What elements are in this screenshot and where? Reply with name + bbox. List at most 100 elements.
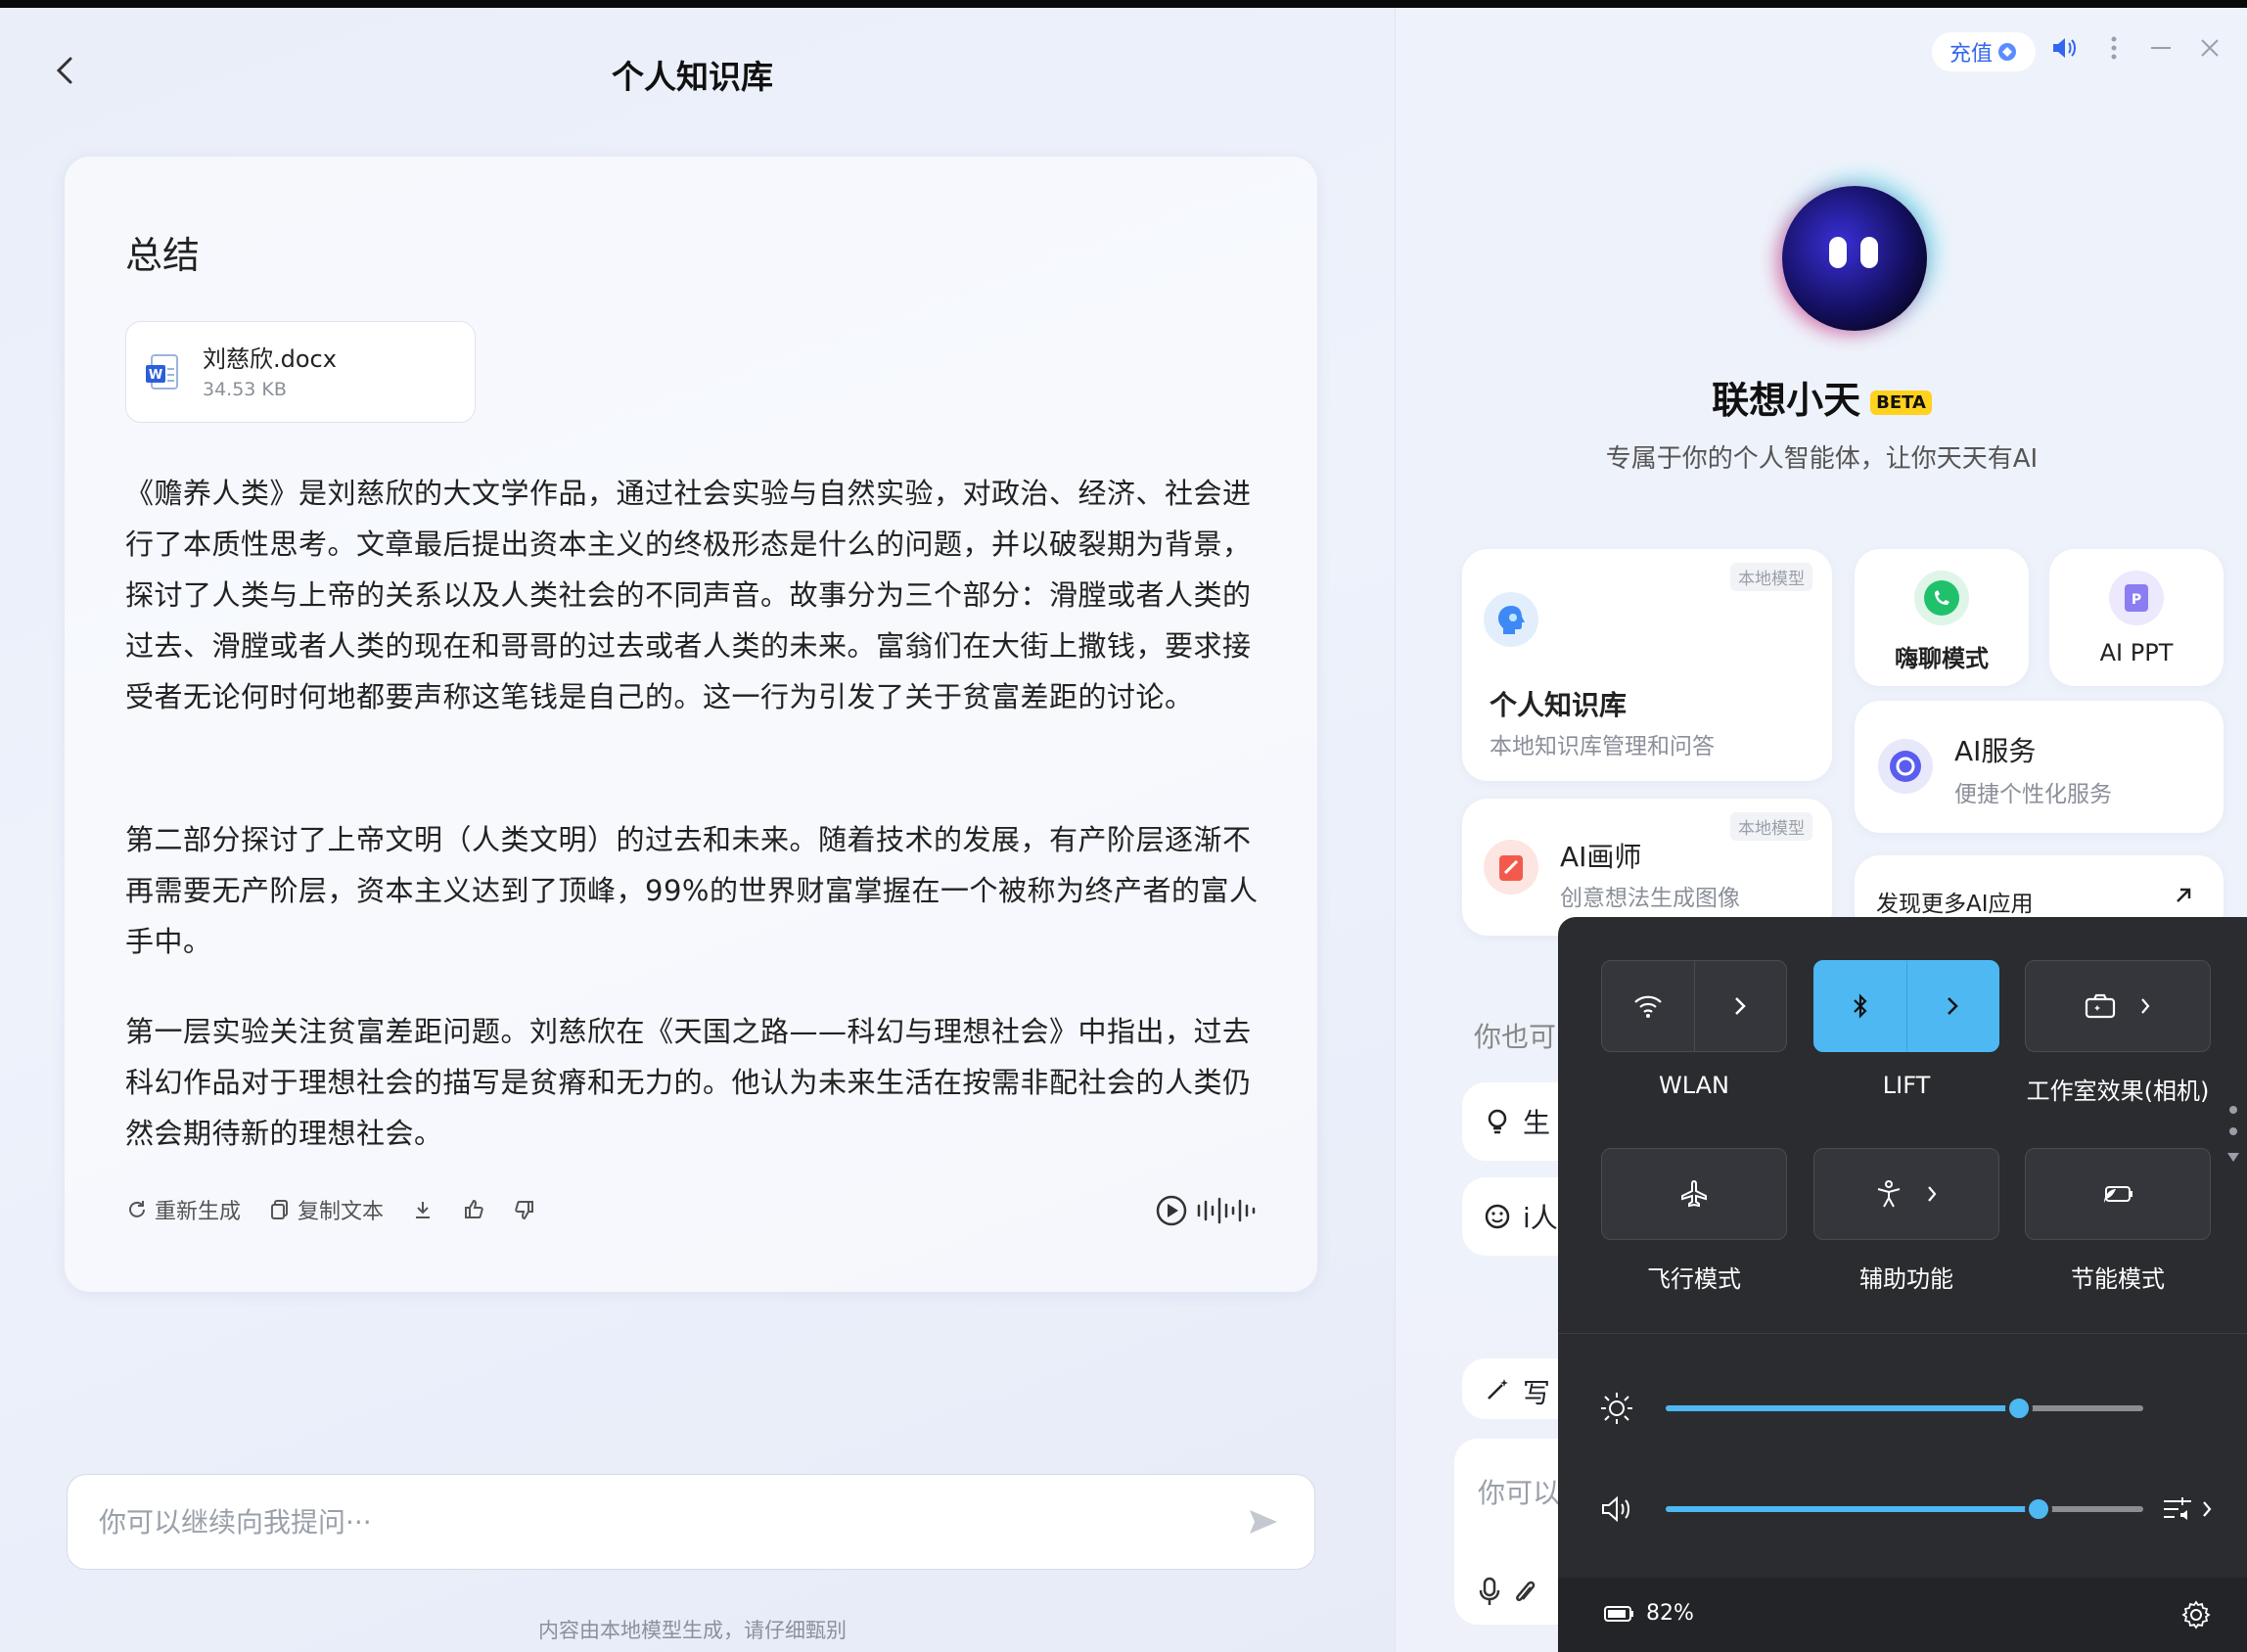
question-input-box bbox=[67, 1474, 1315, 1570]
suggestion-chip-1-label: 生 bbox=[1523, 1107, 1551, 1139]
svg-text:W: W bbox=[149, 368, 162, 383]
wlan-expand[interactable] bbox=[1695, 961, 1787, 1051]
brightness-slider[interactable] bbox=[1666, 1395, 2143, 1422]
tile-chat-mode[interactable]: 嗨聊模式 bbox=[1855, 549, 2029, 686]
brain-head-icon bbox=[1484, 592, 1538, 647]
summary-heading: 总结 bbox=[125, 234, 201, 277]
tile-knowledge-base[interactable]: 本地模型 个人知识库 本地知识库管理和问答 bbox=[1462, 549, 1832, 781]
caret-down-icon[interactable] bbox=[2225, 1150, 2241, 1164]
ppt-icon: P bbox=[2109, 571, 2164, 625]
gem-icon bbox=[1998, 43, 2016, 61]
svg-text:P: P bbox=[2132, 592, 2141, 608]
question-input[interactable] bbox=[97, 1496, 1226, 1547]
volume-slider-fill bbox=[1666, 1506, 2039, 1512]
audio-mixer-icon bbox=[2164, 1497, 2191, 1520]
qs-footer: 82% bbox=[1558, 1578, 2247, 1652]
assistant-name: 联想小天 BETA bbox=[1396, 370, 2247, 424]
bluetooth-toggle[interactable] bbox=[1813, 960, 1999, 1052]
assistant-input-placeholder: 你可以 bbox=[1478, 1477, 1561, 1509]
wlan-toggle[interactable] bbox=[1601, 960, 1787, 1052]
refresh-icon bbox=[129, 1201, 145, 1217]
chevron-right-icon bbox=[2203, 1501, 2212, 1517]
battery-saver-toggle[interactable] bbox=[2025, 1148, 2211, 1240]
page-indicator[interactable] bbox=[2227, 1106, 2241, 1168]
tile-ai-service[interactable]: AI服务 便捷个性化服务 bbox=[1855, 701, 2224, 833]
summary-paragraph-2: 第二部分探讨了上帝文明（人类文明）的过去和未来。随着技术的发展，有产阶层逐渐不再… bbox=[125, 823, 1259, 958]
regenerate-button[interactable]: 重新生成 bbox=[125, 1194, 241, 1225]
more-menu-button[interactable] bbox=[2108, 33, 2120, 69]
airplane-icon bbox=[1681, 1179, 1707, 1208]
page-title: 个人知识库 bbox=[612, 58, 773, 96]
download-button[interactable] bbox=[411, 1198, 435, 1221]
summary-card: 总结 W 刘慈欣.docx 34.53 KB 《赡养人类》是刘慈欣的大文学作品，… bbox=[65, 157, 1317, 1292]
speaker-toggle[interactable] bbox=[2049, 33, 2079, 69]
tile-ai-painter[interactable]: 本地模型 AI画师 创意想法生成图像 bbox=[1462, 799, 1832, 936]
suggestion-chip-2-label: i人 bbox=[1523, 1202, 1558, 1234]
top-edge bbox=[0, 0, 2247, 8]
regenerate-label: 重新生成 bbox=[155, 1200, 242, 1224]
chevron-right-icon bbox=[1948, 997, 1959, 1015]
tile-ai-ppt[interactable]: P AI PPT bbox=[2049, 549, 2224, 686]
close-button[interactable] bbox=[2198, 33, 2222, 69]
thumbs-down-icon bbox=[515, 1201, 534, 1220]
waveform-icon bbox=[1197, 1197, 1256, 1224]
copy-text-button[interactable]: 复制文本 bbox=[268, 1194, 384, 1225]
local-model-tag: 本地模型 bbox=[1730, 812, 1812, 841]
tile-knowledge-base-sub: 本地知识库管理和问答 bbox=[1490, 734, 1715, 759]
chevron-right-icon bbox=[1928, 1186, 1937, 1202]
file-size: 34.53 KB bbox=[203, 379, 287, 400]
bluetooth-expand[interactable] bbox=[1907, 961, 1999, 1051]
bluetooth-icon bbox=[1853, 993, 1867, 1019]
bluetooth-toggle-main[interactable] bbox=[1814, 961, 1907, 1051]
knowledge-base-pane: 个人知识库 总结 W 刘慈欣.docx 34.53 KB 《赡养人类》是刘慈欣的… bbox=[0, 8, 1423, 1652]
wlan-toggle-main[interactable] bbox=[1602, 961, 1695, 1051]
recharge-button[interactable]: 充值 bbox=[1932, 32, 2036, 71]
tile-ai-painter-title: AI画师 bbox=[1560, 841, 1642, 873]
tile-knowledge-base-title: 个人知识库 bbox=[1490, 689, 1628, 721]
chevron-right-icon bbox=[1735, 997, 1747, 1015]
brightness-slider-thumb[interactable] bbox=[2005, 1395, 2034, 1422]
summary-paragraph-1: 《赡养人类》是刘慈欣的大文学作品，通过社会实验与自然实验，对政治、经济、社会进行… bbox=[125, 477, 1252, 713]
page-dot[interactable] bbox=[2229, 1127, 2237, 1135]
recharge-label: 充值 bbox=[1949, 42, 1993, 67]
accessibility-toggle[interactable] bbox=[1813, 1148, 1999, 1240]
page-dot[interactable] bbox=[2229, 1106, 2237, 1114]
paint-icon bbox=[1484, 840, 1538, 895]
airplane-mode-toggle[interactable] bbox=[1601, 1148, 1787, 1240]
minimize-icon bbox=[2151, 47, 2171, 49]
volume-icon bbox=[1602, 1495, 1629, 1523]
phone-chat-icon bbox=[1914, 571, 1969, 625]
battery-status[interactable]: 82% bbox=[1603, 1601, 1694, 1626]
more-vertical-icon bbox=[2111, 36, 2117, 60]
summary-paragraph-3: 第一层实验关注贫富差距问题。刘慈欣在《天国之路——科幻与理想社会》中指出，过去科… bbox=[125, 1015, 1252, 1150]
read-aloud-button[interactable] bbox=[1155, 1194, 1257, 1227]
wifi-icon bbox=[1633, 995, 1662, 1018]
chevron-right-icon bbox=[2141, 998, 2150, 1014]
battery-percent: 82% bbox=[1646, 1601, 1694, 1626]
like-button[interactable] bbox=[462, 1198, 485, 1221]
tile-ai-service-title: AI服务 bbox=[1954, 735, 2037, 767]
tile-chat-mode-title: 嗨聊模式 bbox=[1895, 645, 1989, 672]
attach-icon[interactable] bbox=[1513, 1578, 1536, 1607]
studio-effects-label: 工作室效果(相机) bbox=[2026, 1078, 2210, 1105]
tile-ai-ppt-title: AI PPT bbox=[2099, 639, 2174, 666]
assistant-name-text: 联想小天 bbox=[1712, 379, 1861, 422]
brightness-icon bbox=[1601, 1393, 1632, 1424]
volume-slider-thumb[interactable] bbox=[2024, 1495, 2052, 1523]
volume-slider[interactable] bbox=[1666, 1495, 2143, 1523]
avatar-eye-right bbox=[1860, 237, 1878, 268]
magic-pen-icon bbox=[1488, 1379, 1508, 1400]
microphone-icon[interactable] bbox=[1478, 1576, 1501, 1607]
send-icon[interactable] bbox=[1244, 1502, 1283, 1541]
studio-effects-toggle[interactable] bbox=[2025, 960, 2211, 1052]
arrow-up-right-icon bbox=[2177, 888, 2191, 902]
audio-output-button[interactable] bbox=[2161, 1494, 2214, 1524]
settings-gear-icon[interactable] bbox=[2180, 1599, 2212, 1630]
ai-service-icon bbox=[1878, 739, 1933, 794]
file-attachment[interactable]: W 刘慈欣.docx 34.53 KB bbox=[125, 321, 476, 423]
wlan-label: WLAN bbox=[1658, 1072, 1730, 1099]
minimize-button[interactable] bbox=[2149, 33, 2173, 69]
answer-actions: 重新生成 复制文本 bbox=[125, 1194, 536, 1225]
dislike-button[interactable] bbox=[513, 1198, 536, 1221]
word-file-icon: W bbox=[146, 354, 178, 390]
